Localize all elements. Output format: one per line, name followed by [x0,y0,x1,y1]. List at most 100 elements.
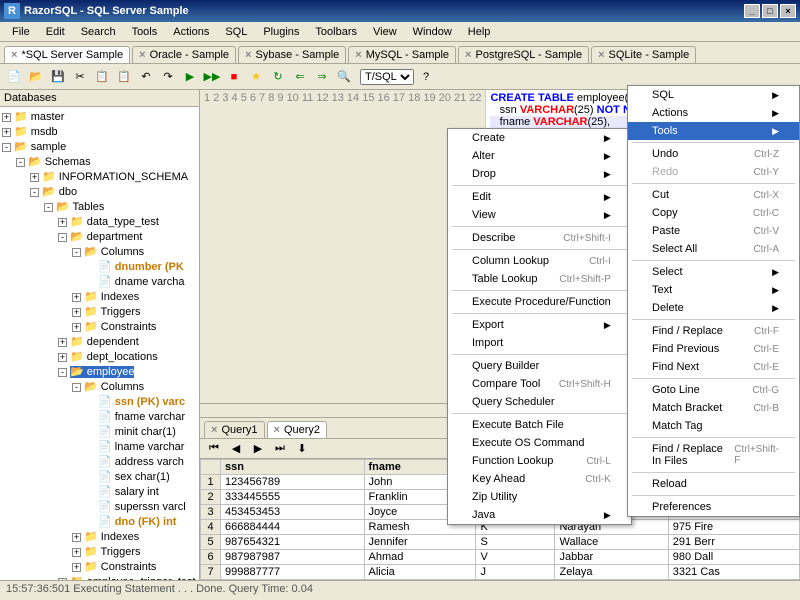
menu-item[interactable]: Reload [628,475,799,493]
column-header[interactable] [201,460,221,475]
tree-node[interactable]: -📂 Columns [2,379,197,394]
menu-help[interactable]: Help [460,24,499,40]
tree-node[interactable]: 📄 address varch [2,454,197,469]
help-icon[interactable]: ? [416,67,436,87]
tree-node[interactable]: 📄 sex char(1) [2,469,197,484]
close-tab-icon[interactable]: × [11,49,17,61]
doc-tab[interactable]: ×Sybase - Sample [238,46,346,63]
tree-node[interactable]: +📁 dependent [2,334,197,349]
close-tab-icon[interactable]: × [355,49,361,61]
tree-node[interactable]: 📄 dno (FK) int [2,514,197,529]
doc-tab[interactable]: ×SQLite - Sample [591,46,696,63]
tree-node[interactable]: -📂 employee [2,364,197,379]
last-icon[interactable]: ⏭ [270,439,290,459]
tree-node[interactable]: 📄 dname varcha [2,274,197,289]
context-menu-edit[interactable]: SQL▶Actions▶Tools▶UndoCtrl-ZRedoCtrl-YCu… [627,85,800,517]
menu-item[interactable]: Delete▶ [628,299,799,317]
star-icon[interactable]: ★ [246,67,266,87]
menu-item[interactable]: Column LookupCtrl-I [448,252,631,270]
menu-item[interactable]: Actions▶ [628,104,799,122]
tree-node[interactable]: +📁 Triggers [2,304,197,319]
tree-node[interactable]: 📄 dnumber (PK [2,259,197,274]
tree-node[interactable]: +📁 Indexes [2,529,197,544]
open-icon[interactable]: 📂 [26,67,46,87]
menu-view[interactable]: View [365,24,405,40]
menu-item[interactable]: Preferences [628,498,799,516]
menu-item[interactable]: Find / ReplaceCtrl-F [628,322,799,340]
copy-icon[interactable]: 📋 [92,67,112,87]
menu-item[interactable]: Match Tag [628,417,799,435]
menu-item[interactable]: CutCtrl-X [628,186,799,204]
tree-node[interactable]: -📂 Columns [2,244,197,259]
tree-node[interactable]: 📄 superssn varcl [2,499,197,514]
menu-plugins[interactable]: Plugins [255,24,307,40]
cut-icon[interactable]: ✂ [70,67,90,87]
menu-item[interactable]: Execute Batch File [448,416,631,434]
menu-item[interactable]: Tools▶ [628,122,799,140]
stop-icon[interactable]: ■ [224,67,244,87]
table-row[interactable]: 5987654321JenniferSWallace291 Berr [201,535,800,550]
menu-item[interactable]: Find PreviousCtrl-E [628,340,799,358]
execute-icon[interactable]: ▶ [180,67,200,87]
menu-item[interactable]: PasteCtrl-V [628,222,799,240]
menu-item[interactable]: Import [448,334,631,352]
menu-item[interactable]: Query Builder [448,357,631,375]
table-row[interactable]: 7999887777AliciaJZelaya3321 Cas [201,565,800,580]
tree-node[interactable]: -📂 dbo [2,184,197,199]
nav-fwd-icon[interactable]: ⇒ [312,67,332,87]
first-icon[interactable]: ⏮ [204,439,224,459]
menu-item[interactable]: Compare ToolCtrl+Shift-H [448,375,631,393]
tree-node[interactable]: +📁 master [2,109,197,124]
find-icon[interactable]: 🔍 [334,67,354,87]
menu-item[interactable]: Match BracketCtrl-B [628,399,799,417]
menu-sql[interactable]: SQL [217,24,255,40]
menu-item[interactable]: Query Scheduler [448,393,631,411]
undo-icon[interactable]: ↶ [136,67,156,87]
menu-edit[interactable]: Edit [38,24,73,40]
tree-node[interactable]: -📂 department [2,229,197,244]
query-tab[interactable]: ×Query1 [204,421,265,438]
menu-toolbars[interactable]: Toolbars [307,24,365,40]
menu-file[interactable]: File [4,24,38,40]
column-header[interactable]: ssn [221,460,365,475]
menu-item[interactable]: Select AllCtrl-A [628,240,799,258]
menu-item[interactable]: Export▶ [448,316,631,334]
table-row[interactable]: 6987987987AhmadVJabbar980 Dall [201,550,800,565]
doc-tab[interactable]: ×Oracle - Sample [132,46,236,63]
tree-node[interactable]: -📂 Tables [2,199,197,214]
next-icon[interactable]: ▶ [248,439,268,459]
nav-back-icon[interactable]: ⇐ [290,67,310,87]
minimize-button[interactable]: _ [744,4,760,18]
query-tab[interactable]: ×Query2 [267,421,328,438]
menu-actions[interactable]: Actions [165,24,217,40]
menu-window[interactable]: Window [405,24,460,40]
menu-item[interactable]: DescribeCtrl+Shift-I [448,229,631,247]
tree-node[interactable]: 📄 lname varchar [2,439,197,454]
refresh-icon[interactable]: ↻ [268,67,288,87]
menu-item[interactable]: Execute Procedure/Function [448,293,631,311]
menu-item[interactable]: Edit▶ [448,188,631,206]
menu-item[interactable]: Find / Replace In FilesCtrl+Shift-F [628,440,799,470]
menu-item[interactable]: Function LookupCtrl-L [448,452,631,470]
tree-node[interactable]: +📁 Constraints [2,559,197,574]
execute-all-icon[interactable]: ▶▶ [202,67,222,87]
tree-node[interactable]: 📄 fname varchar [2,409,197,424]
save-icon[interactable]: 💾 [48,67,68,87]
tree-node[interactable]: 📄 ssn (PK) varc [2,394,197,409]
tree-node[interactable]: +📁 msdb [2,124,197,139]
close-tab-icon[interactable]: × [139,49,145,61]
close-tab-icon[interactable]: × [465,49,471,61]
tree-node[interactable]: +📁 INFORMATION_SCHEMA [2,169,197,184]
context-menu-tools[interactable]: Create▶Alter▶Drop▶Edit▶View▶DescribeCtrl… [447,128,632,525]
menu-item[interactable]: Text▶ [628,281,799,299]
menu-item[interactable]: View▶ [448,206,631,224]
menu-item[interactable]: Goto LineCtrl-G [628,381,799,399]
doc-tab[interactable]: ×*SQL Server Sample [4,46,130,63]
tree-node[interactable]: +📁 Indexes [2,289,197,304]
menu-item[interactable]: Execute OS Command [448,434,631,452]
close-tab-icon[interactable]: × [245,49,251,61]
menu-item[interactable]: UndoCtrl-Z [628,145,799,163]
menu-item[interactable]: Alter▶ [448,147,631,165]
tree-node[interactable]: +📁 Constraints [2,319,197,334]
menu-item[interactable]: SQL▶ [628,86,799,104]
